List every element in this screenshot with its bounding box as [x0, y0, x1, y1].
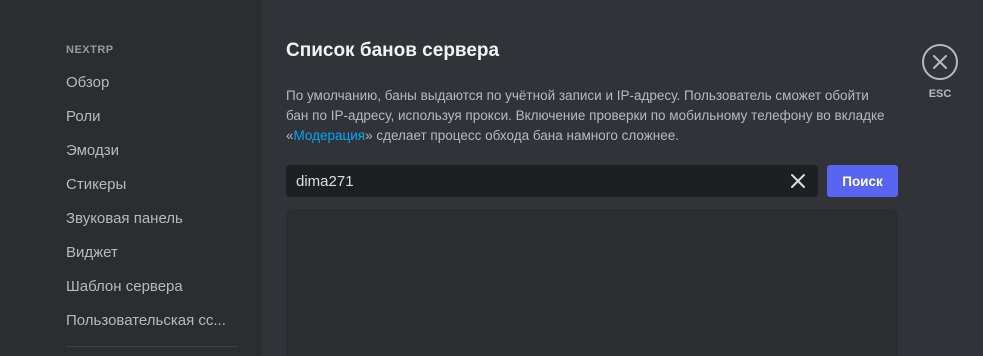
sidebar-server-name: NEXTRP [66, 44, 114, 56]
ban-search-box [286, 165, 818, 197]
sidebar-item-label: Эмодзи [66, 141, 119, 159]
sidebar-item-label: Звуковая панель [66, 209, 183, 227]
sidebar-item-stickers[interactable]: Стикеры [56, 168, 240, 200]
clear-search-icon[interactable] [788, 171, 808, 191]
sidebar-item-soundboard[interactable]: Звуковая панель [56, 202, 240, 234]
ban-search-input[interactable] [296, 172, 788, 190]
sidebar-item-label: Обзор [66, 73, 110, 91]
sidebar-item-label: Виджет [66, 243, 118, 261]
sidebar-divider [66, 346, 238, 347]
description-text-end: » сделает процесс обхода бана намного сл… [365, 128, 679, 143]
sidebar-item-custom-invite-link[interactable]: Пользовательская сс... [56, 304, 240, 336]
sidebar-item-widget[interactable]: Виджет [56, 236, 240, 268]
bans-content: Список банов сервера По умолчанию, баны … [262, 0, 983, 356]
close-settings: ESC [922, 44, 958, 100]
sidebar-item-label: Стикеры [66, 175, 127, 193]
bans-description: По умолчанию, баны выдаются по учётной з… [286, 86, 886, 146]
sidebar-item-server-template[interactable]: Шаблон сервера [56, 270, 240, 302]
close-icon [933, 55, 947, 69]
sidebar-item-overview[interactable]: Обзор [56, 66, 240, 98]
search-button[interactable]: Поиск [827, 165, 898, 197]
ban-list-panel [286, 209, 898, 356]
sidebar-item-emoji[interactable]: Эмодзи [56, 134, 240, 166]
moderation-link[interactable]: Модерация [294, 128, 366, 143]
close-button[interactable] [922, 44, 958, 80]
server-settings-window: NEXTRP Обзор Роли Эмодзи Стикеры Звукова… [0, 0, 983, 356]
sidebar-item-roles[interactable]: Роли [56, 100, 240, 132]
sidebar-item-label: Роли [66, 107, 101, 125]
settings-sidebar: NEXTRP Обзор Роли Эмодзи Стикеры Звукова… [0, 0, 262, 356]
esc-label: ESC [928, 88, 952, 100]
page-title: Список банов сервера [286, 40, 500, 61]
sidebar-item-label: Пользовательская сс... [66, 311, 226, 329]
sidebar-item-label: Шаблон сервера [66, 277, 183, 295]
